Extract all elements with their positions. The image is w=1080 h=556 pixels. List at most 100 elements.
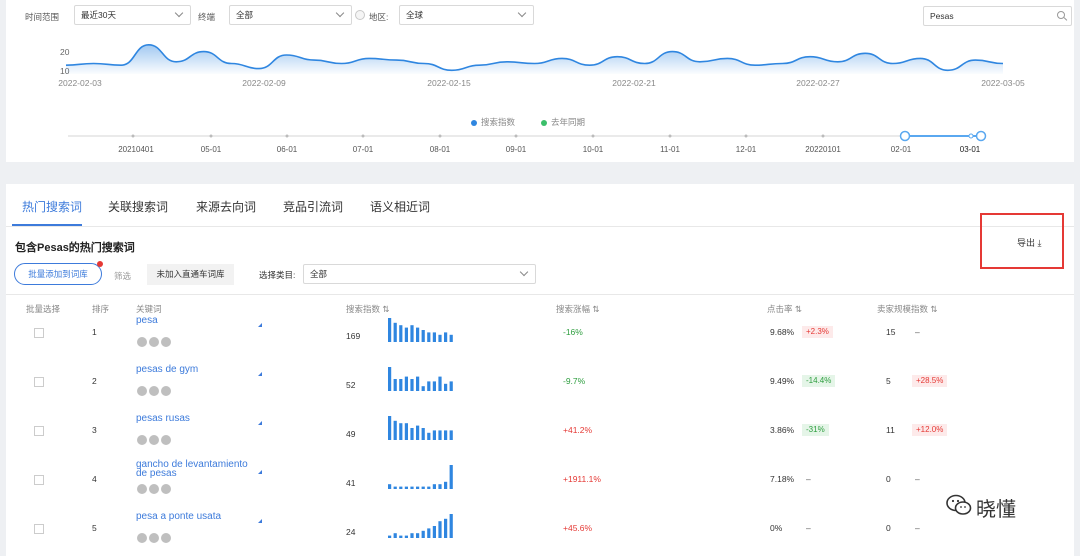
- row-rank: 1: [92, 327, 97, 337]
- platform-icon[interactable]: [149, 386, 159, 396]
- platform-icon[interactable]: [161, 337, 171, 347]
- spark-bar: [432, 332, 436, 342]
- spark-bar: [427, 486, 431, 489]
- keyword-platform-icons: [137, 435, 171, 445]
- timeline-label: 07-01: [352, 145, 374, 154]
- filter-button[interactable]: 筛选: [114, 270, 131, 282]
- platform-icon[interactable]: [149, 435, 159, 445]
- legend-dot: [471, 119, 477, 126]
- tab-semantic-similar[interactable]: 语义相近词: [370, 198, 430, 215]
- category-value: 全部: [310, 269, 328, 279]
- platform-icon[interactable]: [161, 484, 171, 494]
- row-rank: 5: [92, 523, 97, 533]
- row-checkbox[interactable]: [34, 328, 44, 338]
- slider-handle-start[interactable]: [899, 130, 911, 142]
- expand-corner-icon[interactable]: [258, 470, 262, 474]
- row-keyword-link[interactable]: pesas rusas: [136, 414, 254, 424]
- tab-competitor-traffic[interactable]: 竞品引流词: [283, 198, 343, 215]
- notification-dot: [97, 261, 103, 267]
- timeline-label: 06-01: [276, 145, 298, 154]
- seller-change-badge: +28.5%: [912, 375, 948, 387]
- spark-bar: [404, 535, 408, 538]
- platform-icon[interactable]: [161, 533, 171, 543]
- x-tick: 2022-02-21: [612, 78, 656, 88]
- platform-icon[interactable]: [137, 435, 147, 445]
- row-seller-scale: 11: [886, 425, 895, 435]
- category-select[interactable]: 全部: [303, 264, 536, 284]
- spark-bar: [438, 376, 442, 391]
- spark-bar: [399, 535, 403, 538]
- platform-icon[interactable]: [137, 533, 147, 543]
- search-index-sparkline: [388, 514, 453, 538]
- row-ctr: 9.49%: [770, 376, 795, 386]
- row-checkbox[interactable]: [34, 377, 44, 387]
- spark-bar: [399, 423, 403, 440]
- spark-bar: [421, 486, 425, 489]
- spark-bar: [432, 526, 436, 538]
- row-checkbox[interactable]: [34, 524, 44, 534]
- spark-bar: [393, 379, 397, 391]
- row-search-index: 52: [346, 380, 356, 390]
- spark-bar: [444, 383, 448, 391]
- x-tick: 2022-03-05: [981, 78, 1025, 88]
- spark-bar: [416, 376, 420, 391]
- search-index-sparkline: [388, 416, 453, 440]
- spark-bar: [404, 376, 408, 391]
- keyword-platform-icons: [137, 337, 171, 347]
- spark-bar: [444, 430, 448, 440]
- row-ctr: 7.18%: [770, 474, 795, 484]
- row-seller-scale: 0: [886, 474, 891, 484]
- spark-bar: [449, 465, 453, 489]
- table-row: 4 gancho de levantamiento de pesas 41 +1911…: [6, 460, 1074, 510]
- timeline-label: 10-01: [582, 145, 604, 154]
- row-checkbox[interactable]: [34, 426, 44, 436]
- row-keyword-link[interactable]: pesa a ponte usata: [136, 512, 254, 522]
- spark-bar: [416, 425, 420, 440]
- platform-icon[interactable]: [149, 337, 159, 347]
- expand-corner-icon[interactable]: [258, 323, 262, 327]
- platform-icon[interactable]: [137, 484, 147, 494]
- spark-bar: [444, 518, 448, 538]
- spark-bar: [388, 416, 392, 440]
- platform-icon[interactable]: [149, 533, 159, 543]
- row-keyword-link[interactable]: gancho de levantamiento de pesas: [136, 460, 254, 479]
- export-button[interactable]: 导出 ⤓: [1017, 236, 1042, 249]
- tab-hot-search[interactable]: 热门搜索词: [22, 198, 82, 215]
- row-rank: 2: [92, 376, 97, 386]
- spark-bar: [438, 484, 442, 489]
- row-checkbox[interactable]: [34, 475, 44, 485]
- platform-icon[interactable]: [149, 484, 159, 494]
- time-slider[interactable]: [6, 126, 1074, 144]
- platform-icon[interactable]: [161, 435, 171, 445]
- not-added-filter-button[interactable]: 未加入直通车词库: [147, 264, 234, 285]
- ctr-change-badge: -31%: [802, 424, 829, 436]
- wechat-logo-icon: [946, 494, 972, 515]
- row-ctr: 3.86%: [770, 425, 795, 435]
- tab-related-search[interactable]: 关联搜索词: [108, 198, 168, 215]
- spark-bar: [421, 530, 425, 538]
- expand-corner-icon[interactable]: [258, 372, 262, 376]
- x-tick: 2022-02-09: [242, 78, 286, 88]
- category-label: 选择类目:: [259, 270, 296, 280]
- timeline-label: 08-01: [429, 145, 451, 154]
- row-keyword-link[interactable]: pesas de gym: [136, 365, 254, 375]
- slider-tick-marker: [968, 133, 974, 139]
- platform-icon[interactable]: [137, 386, 147, 396]
- platform-icon[interactable]: [161, 386, 171, 396]
- row-search-index: 49: [346, 429, 356, 439]
- batch-add-button[interactable]: 批量添加到词库: [14, 263, 102, 285]
- spark-bar: [410, 486, 414, 489]
- spark-bar: [421, 330, 425, 342]
- expand-corner-icon[interactable]: [258, 421, 262, 425]
- tab-bar: 热门搜索词 关联搜索词 来源去向词 竞品引流词 语义相近词: [6, 184, 1074, 227]
- tab-source-destination[interactable]: 来源去向词: [196, 198, 256, 215]
- row-search-growth: -9.7%: [563, 376, 586, 386]
- spark-bar: [393, 486, 397, 489]
- row-keyword-link[interactable]: pesa: [136, 316, 254, 326]
- slider-handle-end[interactable]: [975, 130, 987, 142]
- timeline-label: 02-01: [890, 145, 912, 154]
- expand-corner-icon[interactable]: [258, 519, 262, 523]
- platform-icon[interactable]: [137, 337, 147, 347]
- ctr-change-empty: –: [806, 523, 811, 533]
- row-search-growth: +41.2%: [563, 425, 593, 435]
